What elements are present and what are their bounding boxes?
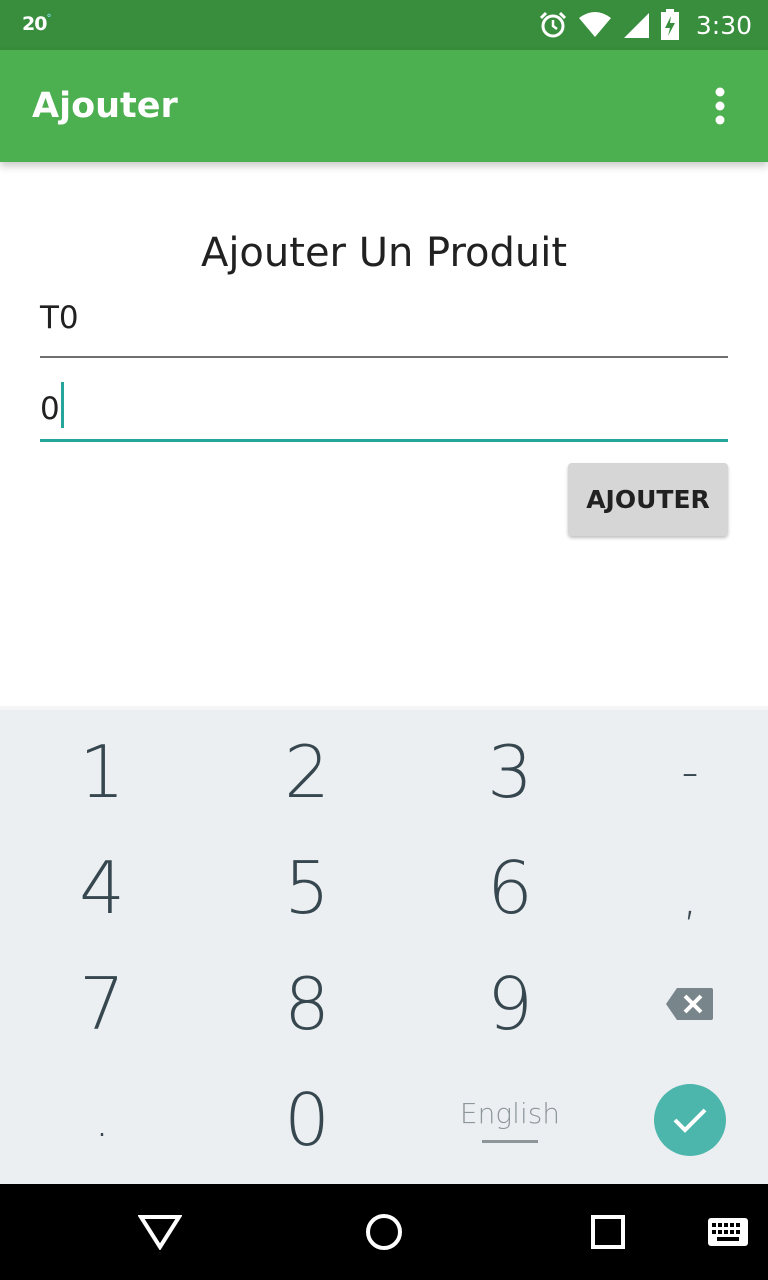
delete-key[interactable]	[594, 946, 768, 1062]
key-8[interactable]: 8	[211, 946, 403, 1062]
status-time: 3:30	[695, 10, 752, 40]
key-6[interactable]: 6	[414, 830, 606, 946]
done-button-circle	[654, 1084, 726, 1156]
done-key[interactable]	[594, 1062, 768, 1178]
status-bar: 20° 3:30	[0, 0, 768, 50]
status-notification: 20°	[22, 13, 51, 35]
add-button[interactable]: AJOUTER	[568, 463, 728, 536]
status-degree: °	[46, 13, 51, 24]
quantity-field[interactable]: 0	[40, 382, 728, 442]
language-key[interactable]: English	[414, 1062, 606, 1178]
key-2[interactable]: 2	[211, 714, 403, 830]
key-comma[interactable]: ,	[594, 840, 768, 956]
status-icons: 3:30	[538, 0, 752, 50]
product-name-underline	[40, 356, 728, 358]
wifi-icon	[578, 12, 612, 38]
backspace-icon	[666, 988, 713, 1020]
navigation-bar	[0, 1184, 768, 1280]
key-7[interactable]: 7	[6, 946, 198, 1062]
quantity-value-wrap: 0	[40, 382, 64, 428]
alarm-icon	[538, 10, 568, 40]
language-label: English	[459, 1097, 561, 1130]
language-indicator	[482, 1140, 538, 1143]
key-minus[interactable]: -	[594, 714, 768, 830]
check-icon	[673, 1108, 707, 1133]
back-icon[interactable]	[126, 1198, 194, 1266]
product-name-value: T0	[40, 300, 79, 336]
key-3[interactable]: 3	[414, 714, 606, 830]
key-0[interactable]: 0	[211, 1062, 403, 1178]
home-icon[interactable]	[350, 1198, 418, 1266]
key-period[interactable]: .	[6, 1062, 198, 1178]
status-left-text: 20	[22, 13, 47, 35]
product-name-field[interactable]: T0	[40, 300, 728, 358]
keyboard-switch-icon[interactable]	[694, 1198, 762, 1266]
key-5[interactable]: 5	[211, 830, 403, 946]
app-title: Ajouter	[32, 86, 178, 126]
quantity-underline	[40, 439, 728, 442]
key-1[interactable]: 1	[6, 714, 198, 830]
key-9[interactable]: 9	[414, 946, 606, 1062]
battery-charging-icon	[660, 9, 680, 41]
text-cursor	[60, 382, 64, 428]
numeric-keyboard: 1 2 3 - 4 5 6 , 7 8 9 . 0 English	[0, 706, 768, 1184]
more-vert-icon[interactable]	[700, 86, 740, 126]
recents-icon[interactable]	[574, 1198, 642, 1266]
signal-icon	[622, 11, 650, 39]
key-4[interactable]: 4	[6, 830, 198, 946]
page-title: Ajouter Un Produit	[200, 230, 568, 276]
quantity-value: 0	[40, 391, 60, 427]
app-bar: Ajouter	[0, 50, 768, 162]
